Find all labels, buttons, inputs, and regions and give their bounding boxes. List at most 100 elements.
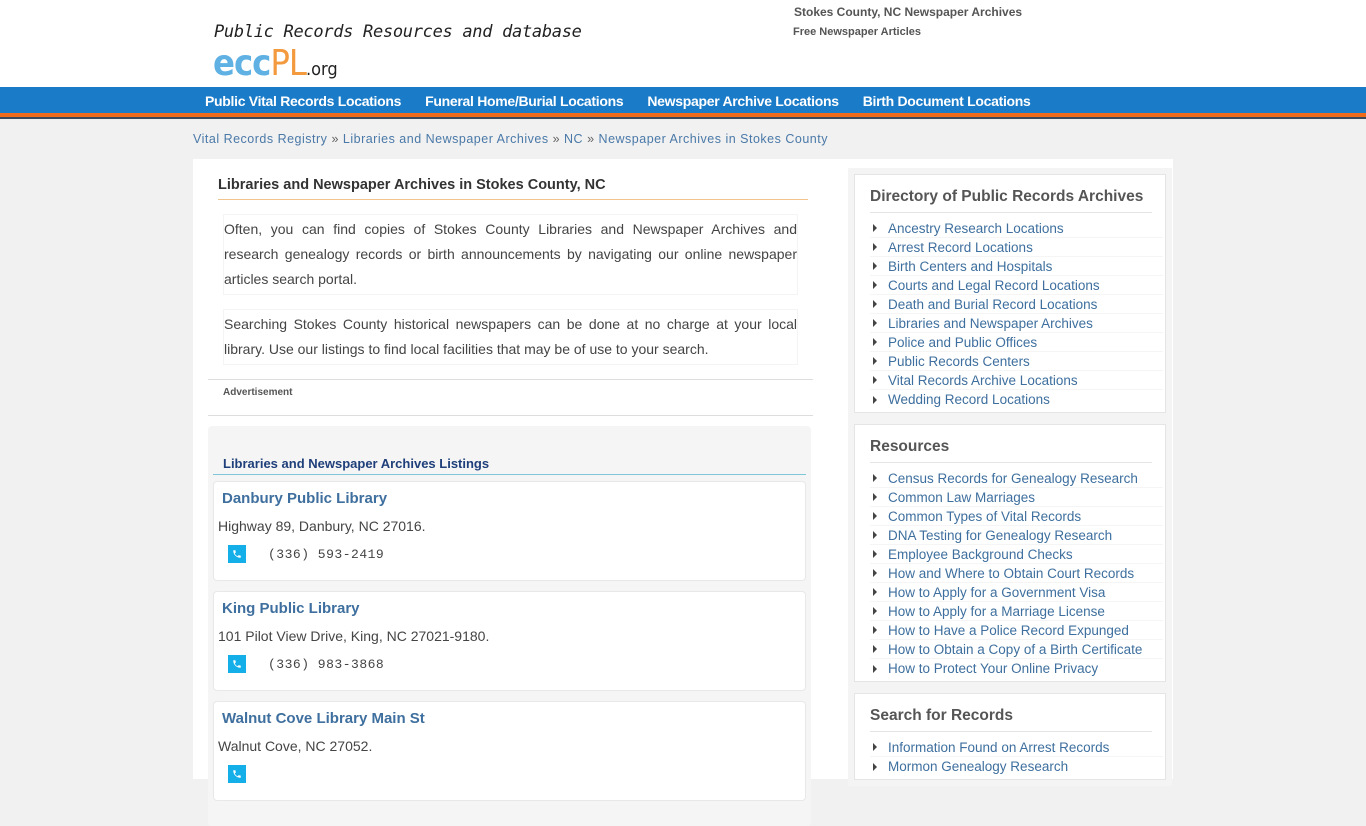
caret-right-icon — [873, 300, 877, 308]
search-records-title: Search for Records — [870, 707, 1152, 732]
breadcrumb-nc[interactable]: NC — [564, 132, 583, 146]
sidebar-link-item: How to Obtain a Copy of a Birth Certific… — [870, 640, 1163, 659]
sidebar-link[interactable]: Public Records Centers — [888, 354, 1030, 369]
listing-card: Danbury Public Library Highway 89, Danbu… — [213, 481, 806, 581]
resources-title: Resources — [870, 438, 1152, 463]
sidebar-link[interactable]: Arrest Record Locations — [888, 240, 1033, 255]
caret-right-icon — [873, 531, 877, 539]
sidebar-link[interactable]: How to Protect Your Online Privacy — [888, 661, 1098, 676]
caret-right-icon — [873, 338, 877, 346]
sidebar-link[interactable]: Police and Public Offices — [888, 335, 1037, 350]
intro-paragraph: Searching Stokes County historical newsp… — [223, 309, 798, 365]
nav-funeral-home[interactable]: Funeral Home/Burial Locations — [425, 93, 624, 109]
breadcrumb-libraries[interactable]: Libraries and Newspaper Archives — [343, 132, 549, 146]
sidebar-link-item: Birth Centers and Hospitals — [870, 257, 1163, 276]
sidebar-link[interactable]: Wedding Record Locations — [888, 392, 1050, 407]
listing-card: King Public Library 101 Pilot View Drive… — [213, 591, 806, 691]
caret-right-icon — [873, 224, 877, 232]
sidebar-link[interactable]: Common Law Marriages — [888, 490, 1035, 505]
listing-phone: (336) 983-3868 — [214, 655, 805, 673]
caret-right-icon — [873, 588, 877, 596]
advertisement-label: Advertisement — [223, 387, 293, 398]
phone-number[interactable]: (336) 593-2419 — [268, 547, 384, 562]
sidebar-link-item: How and Where to Obtain Court Records — [870, 564, 1163, 583]
listing-name[interactable]: Walnut Cove Library Main St — [214, 710, 805, 727]
nav-newspaper-archive[interactable]: Newspaper Archive Locations — [647, 93, 839, 109]
sidebar-link-item: Common Law Marriages — [870, 488, 1163, 507]
nav-vital-records[interactable]: Public Vital Records Locations — [205, 93, 401, 109]
caret-right-icon — [873, 550, 877, 558]
sidebar-link-item: Death and Burial Record Locations — [870, 295, 1163, 314]
sidebar-link[interactable]: How to Apply for a Government Visa — [888, 585, 1105, 600]
intro-paragraph: Often, you can find copies of Stokes Cou… — [223, 214, 798, 295]
listings-title: Libraries and Newspaper Archives Listing… — [213, 456, 806, 475]
sidebar-link[interactable]: How to Have a Police Record Expunged — [888, 623, 1129, 638]
caret-right-icon — [873, 262, 877, 270]
sidebar-link-item: Vital Records Archive Locations — [870, 371, 1163, 390]
caret-right-icon — [873, 512, 877, 520]
sidebar-link[interactable]: Courts and Legal Record Locations — [888, 278, 1100, 293]
directory-widget: Directory of Public Records Archives Anc… — [854, 174, 1166, 413]
sidebar-link[interactable]: How to Obtain a Copy of a Birth Certific… — [888, 642, 1142, 657]
caret-right-icon — [873, 743, 877, 751]
listing-name[interactable]: King Public Library — [214, 600, 805, 617]
nav-birth-document[interactable]: Birth Document Locations — [863, 93, 1031, 109]
caret-right-icon — [873, 357, 877, 365]
breadcrumb-separator: » — [552, 132, 561, 146]
breadcrumb-current[interactable]: Newspaper Archives in Stokes County — [599, 132, 828, 146]
sidebar-link-item: DNA Testing for Genealogy Research — [870, 526, 1163, 545]
caret-right-icon — [873, 395, 877, 404]
sidebar-link[interactable]: Libraries and Newspaper Archives — [888, 316, 1093, 331]
sidebar-link-item: How to Apply for a Government Visa — [870, 583, 1163, 602]
site-title: Stokes County, NC Newspaper Archives — [794, 5, 1023, 19]
logo-org: .org — [305, 59, 338, 80]
sidebar-link[interactable]: Ancestry Research Locations — [888, 221, 1064, 236]
caret-right-icon — [873, 474, 877, 482]
advertisement: Advertisement — [208, 379, 813, 416]
caret-right-icon — [873, 493, 877, 501]
nav-divider — [0, 117, 1366, 119]
caret-right-icon — [873, 607, 877, 615]
main-content: Libraries and Newspaper Archives in Stok… — [208, 159, 814, 826]
sidebar: Directory of Public Records Archives Anc… — [854, 174, 1166, 791]
breadcrumb-separator: » — [587, 132, 595, 146]
logo-ecc: ecc — [213, 43, 271, 84]
sidebar-link-item: Courts and Legal Record Locations — [870, 276, 1163, 295]
sidebar-link-item: How to Have a Police Record Expunged — [870, 621, 1163, 640]
directory-list: Ancestry Research Locations Arrest Record… — [870, 213, 1165, 412]
phone-number[interactable]: (336) 983-3868 — [268, 657, 384, 672]
caret-right-icon — [873, 376, 877, 384]
sidebar-link[interactable]: Death and Burial Record Locations — [888, 297, 1097, 312]
listing-phone: (336) 593-2419 — [214, 545, 805, 563]
sidebar-link[interactable]: DNA Testing for Genealogy Research — [888, 528, 1112, 543]
sidebar-link-item: Libraries and Newspaper Archives — [870, 314, 1163, 333]
sidebar-link[interactable]: Census Records for Genealogy Research — [888, 471, 1138, 486]
listing-name[interactable]: Danbury Public Library — [214, 490, 805, 507]
site-header: Public Records Resources and database ec… — [0, 0, 1366, 87]
resources-widget: Resources Census Records for Genealogy R… — [854, 424, 1166, 682]
sidebar-link[interactable]: Mormon Genealogy Research — [888, 759, 1068, 774]
breadcrumb-vital-records-registry[interactable]: Vital Records Registry — [193, 132, 327, 146]
caret-right-icon — [873, 762, 877, 771]
sidebar-link[interactable]: How and Where to Obtain Court Records — [888, 566, 1134, 581]
listing-address: Highway 89, Danbury, NC 27016. — [218, 518, 426, 534]
sidebar-link-item: Public Records Centers — [870, 352, 1163, 371]
listing-address: 101 Pilot View Drive, King, NC 27021-918… — [218, 628, 490, 644]
caret-right-icon — [873, 626, 877, 634]
caret-right-icon — [873, 569, 877, 577]
sidebar-link[interactable]: Information Found on Arrest Records — [888, 740, 1109, 755]
listings-section: Libraries and Newspaper Archives Listing… — [208, 426, 811, 826]
caret-right-icon — [873, 645, 877, 653]
sidebar-link[interactable]: Vital Records Archive Locations — [888, 373, 1078, 388]
sidebar-link-item: Police and Public Offices — [870, 333, 1163, 352]
site-subtitle: Free Newspaper Articles — [793, 26, 921, 38]
sidebar-link[interactable]: Birth Centers and Hospitals — [888, 259, 1052, 274]
content-area: Libraries and Newspaper Archives in Stok… — [193, 159, 1173, 826]
site-logo[interactable]: eccPL.org — [213, 44, 338, 90]
site-tagline: Public Records Resources and database — [214, 22, 582, 42]
sidebar-link[interactable]: Employee Background Checks — [888, 547, 1073, 562]
phone-icon — [228, 655, 246, 673]
sidebar-link[interactable]: Common Types of Vital Records — [888, 509, 1081, 524]
sidebar-link[interactable]: How to Apply for a Marriage License — [888, 604, 1105, 619]
search-records-list: Information Found on Arrest Records Mormo… — [870, 732, 1165, 779]
